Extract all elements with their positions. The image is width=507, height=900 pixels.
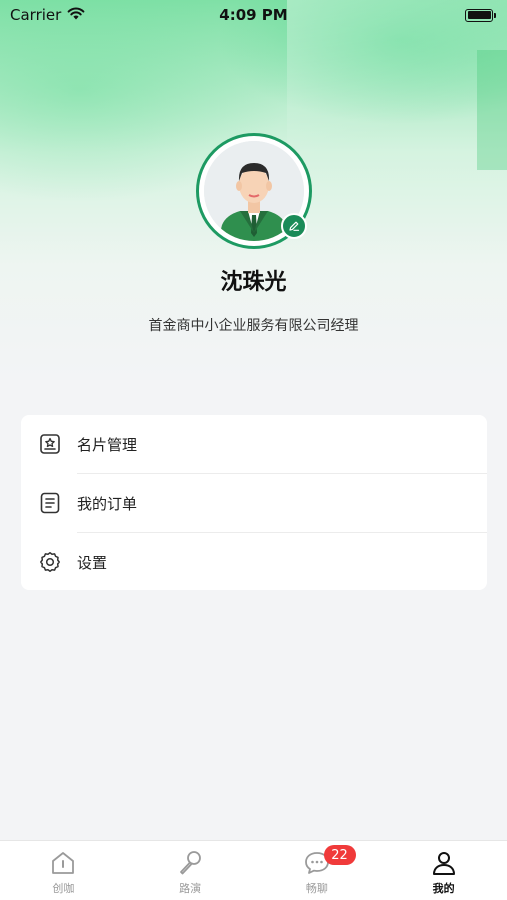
status-bar: Carrier 4:09 PM (0, 0, 507, 30)
background-shape (477, 50, 507, 170)
tab-label: 畅聊 (305, 882, 328, 895)
carrier-label: Carrier (10, 6, 62, 24)
tab-bar: 创咖 路演 畅聊 22 我的 (0, 840, 507, 900)
menu-item-label: 名片管理 (77, 435, 138, 454)
tab-label: 我的 (432, 882, 455, 895)
gear-icon (39, 551, 61, 573)
user-title: 首金商中小企业服务有限公司经理 (148, 318, 359, 334)
status-left: Carrier (10, 6, 85, 24)
tab-luyan[interactable]: 路演 (127, 841, 254, 900)
battery-icon (465, 8, 496, 22)
menu-item-label: 我的订单 (77, 494, 138, 513)
menu-item-card-management[interactable]: 名片管理 (21, 415, 487, 473)
tab-mine[interactable]: 我的 (380, 841, 507, 900)
person-icon (429, 848, 459, 878)
menu-item-settings[interactable]: 设置 (21, 533, 487, 591)
tab-label: 创咖 (52, 882, 75, 895)
business-card-icon (39, 433, 61, 455)
menu-card: 名片管理 我的订单 设置 (21, 415, 487, 590)
edit-avatar-button[interactable] (281, 213, 307, 239)
menu-item-my-orders[interactable]: 我的订单 (21, 474, 487, 532)
tab-chuangka[interactable]: 创咖 (0, 841, 127, 900)
background-shape (287, 0, 507, 200)
unread-badge: 22 (323, 845, 356, 865)
tab-changliao[interactable]: 畅聊 22 (254, 841, 381, 900)
menu-item-label: 设置 (77, 553, 108, 572)
microphone-icon (175, 848, 205, 878)
home-icon (48, 848, 78, 878)
pencil-edit-icon (288, 217, 300, 236)
user-name: 沈珠光 (220, 270, 287, 295)
tab-label: 路演 (179, 882, 202, 895)
order-list-icon (39, 492, 61, 514)
wifi-icon (67, 6, 85, 24)
